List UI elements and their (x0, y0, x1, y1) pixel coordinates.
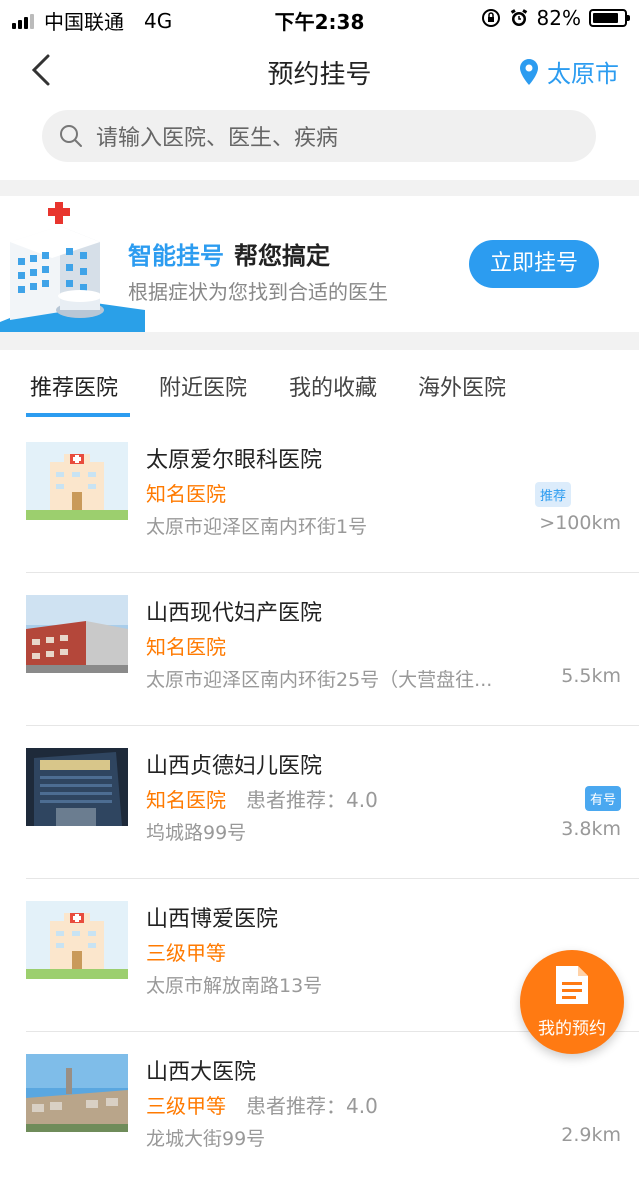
my-appointments-button[interactable]: 我的预约 (520, 950, 624, 1054)
hospital-address: 坞城路99号 (146, 822, 247, 844)
battery-percent: 82% (536, 6, 581, 30)
hospital-placeholder-image (26, 901, 128, 979)
hospital-address: 太原市迎泽区南内环街1号 (146, 516, 368, 538)
hospital-photo (26, 1054, 128, 1132)
city-label: 太原市 (547, 60, 619, 88)
alarm-icon (510, 9, 527, 26)
hospital-address: 太原市迎泽区南内环街25号（大营盘往... (146, 669, 493, 691)
smart-registration-banner: 智能挂号 帮您搞定 根据症状为您找到合适的医生 立即挂号 (0, 196, 639, 332)
active-tab-indicator (26, 413, 130, 417)
list-item[interactable]: 山西现代妇产医院 知名医院 太原市迎泽区南内环街25号（大营盘往... 5.5k… (0, 573, 639, 726)
banner-title-rest: 帮您搞定 (234, 242, 330, 270)
search-input[interactable]: 请输入医院、医生、疾病 (96, 120, 338, 152)
hospital-level: 知名医院 (146, 635, 226, 659)
recommend-badge: 推荐 (534, 482, 571, 507)
hospital-name: 山西现代妇产医院 (146, 601, 323, 626)
register-now-button[interactable]: 立即挂号 (469, 240, 599, 288)
my-appointments-label: 我的预约 (538, 1019, 606, 1039)
tab-favorites[interactable]: 我的收藏 (289, 370, 377, 402)
hospital-distance: 5.5km (561, 665, 621, 687)
hospital-level: 知名医院 (146, 482, 226, 506)
hospital-address: 太原市解放南路13号 (146, 975, 323, 997)
hospital-name: 山西贞德妇儿医院 (146, 754, 323, 779)
list-item[interactable]: 山西贞德妇儿医院 知名医院 患者推荐：4.0 坞城路99号 3.8km (0, 726, 639, 879)
hospital-distance: 2.9km (561, 1124, 621, 1146)
location-pin-icon (520, 58, 538, 85)
banner-title: 智能挂号 帮您搞定 (128, 236, 330, 271)
tab-recommended[interactable]: 推荐医院 (30, 370, 118, 402)
list-item[interactable]: 山西大医院 三级甲等 患者推荐：4.0 龙城大街99号 2.9km (0, 1032, 639, 1185)
hospital-distance: 3.8km (561, 818, 621, 840)
section-divider (0, 332, 639, 350)
hospital-placeholder-image (26, 442, 128, 520)
battery-fill (593, 13, 618, 23)
hospital-photo (26, 595, 128, 673)
hospital-tabs: 推荐医院 附近医院 我的收藏 海外医院 (0, 350, 639, 418)
banner-title-highlight: 智能挂号 (128, 242, 224, 270)
nav-bar: 预约挂号 太原市 (0, 36, 639, 106)
city-selector[interactable]: 太原市 (519, 54, 619, 89)
battery-icon (589, 9, 630, 27)
patient-rating: 患者推荐：4.0 (246, 1094, 378, 1118)
available-badge: 有号 (584, 786, 621, 811)
tab-overseas[interactable]: 海外医院 (418, 370, 506, 402)
hospital-name: 太原爱尔眼科医院 (146, 448, 323, 473)
status-bar: 中国联通 4G 下午2:38 82% (0, 0, 639, 36)
search-icon (60, 125, 82, 147)
hospital-name: 山西博爱医院 (146, 907, 279, 932)
patient-rating: 患者推荐：4.0 (246, 788, 378, 812)
hospital-photo (26, 748, 128, 826)
section-divider (0, 180, 639, 196)
hospital-building-illustration (0, 202, 145, 332)
hospital-level: 三级甲等 (146, 1094, 226, 1118)
hospital-level: 知名医院 (146, 788, 226, 812)
document-icon (556, 966, 588, 1004)
tab-nearby[interactable]: 附近医院 (159, 370, 247, 402)
rotation-lock-icon (481, 9, 500, 27)
hospital-distance: >100km (539, 512, 621, 534)
hospital-name: 山西大医院 (146, 1060, 257, 1085)
hospital-address: 龙城大街99号 (146, 1128, 266, 1150)
search-bar[interactable]: 请输入医院、医生、疾病 (42, 110, 596, 162)
banner-subtitle: 根据症状为您找到合适的医生 (128, 280, 388, 304)
hospital-level: 三级甲等 (146, 941, 226, 965)
list-item[interactable]: 太原爱尔眼科医院 知名医院 太原市迎泽区南内环街1号 >100km 推荐 (0, 420, 639, 573)
status-right: 82% (481, 6, 630, 30)
